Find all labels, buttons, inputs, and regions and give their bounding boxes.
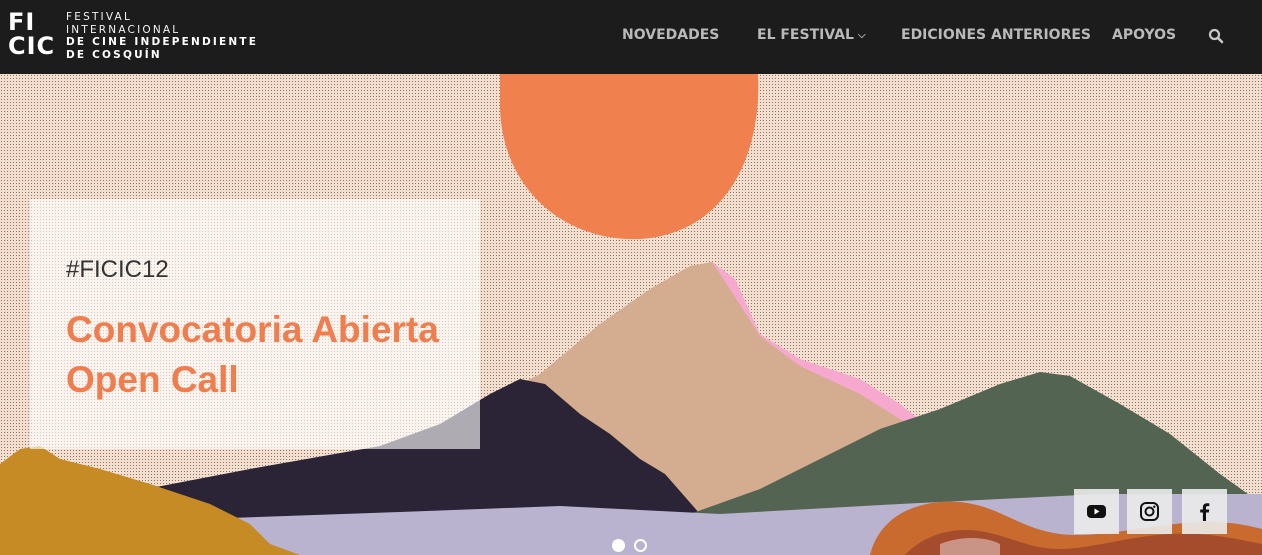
site-header: FI CIC FESTIVAL INTERNACIONAL DE CINE IN… [0, 0, 1262, 74]
instagram-icon [1140, 502, 1159, 521]
youtube-button[interactable] [1074, 489, 1119, 534]
logo-mark-line1: FI [8, 8, 36, 36]
nav-item-ediciones-anteriores[interactable]: EDICIONES ANTERIORES [901, 27, 1091, 43]
facebook-icon [1200, 503, 1210, 521]
nav-item-el-festival[interactable]: EL FESTIVAL ⌵ [757, 27, 866, 43]
slide-title-line1: Convocatoria Abierta [66, 309, 439, 350]
slide-title-line2: Open Call [66, 359, 239, 400]
facebook-button[interactable] [1182, 489, 1227, 534]
slider-dot-1[interactable] [612, 539, 625, 552]
nav-item-apoyos[interactable]: APOYOS [1112, 27, 1176, 43]
logo-text-line1: FESTIVAL [66, 11, 132, 23]
slide-title[interactable]: Convocatoria Abierta Open Call [66, 305, 486, 405]
logo-mark: FI CIC [8, 10, 62, 64]
nav-item-el-festival-label: EL FESTIVAL [757, 27, 854, 43]
logo-mark-line2: CIC [8, 32, 56, 60]
slider-dot-2[interactable] [634, 539, 647, 552]
logo-text-line3: DE CINE INDEPENDIENTE [66, 36, 259, 48]
slide-card: #FICIC12 Convocatoria Abierta Open Call [30, 199, 480, 449]
nav-item-novedades[interactable]: NOVEDADES [622, 27, 719, 43]
search-icon[interactable] [1208, 28, 1224, 44]
instagram-button[interactable] [1127, 489, 1172, 534]
logo-text-line4: DE COSQUÍN [66, 48, 162, 61]
youtube-icon [1087, 505, 1106, 518]
hero-slider: #FICIC12 Convocatoria Abierta Open Call [0, 74, 1262, 555]
logo-text-line2: INTERNACIONAL [66, 23, 181, 36]
chevron-down-icon: ⌵ [857, 30, 866, 41]
slide-tag: #FICIC12 [66, 256, 169, 283]
logo-text: FESTIVAL INTERNACIONAL DE CINE INDEPENDI… [66, 11, 258, 61]
site-logo[interactable]: FI CIC FESTIVAL INTERNACIONAL DE CINE IN… [8, 10, 288, 64]
